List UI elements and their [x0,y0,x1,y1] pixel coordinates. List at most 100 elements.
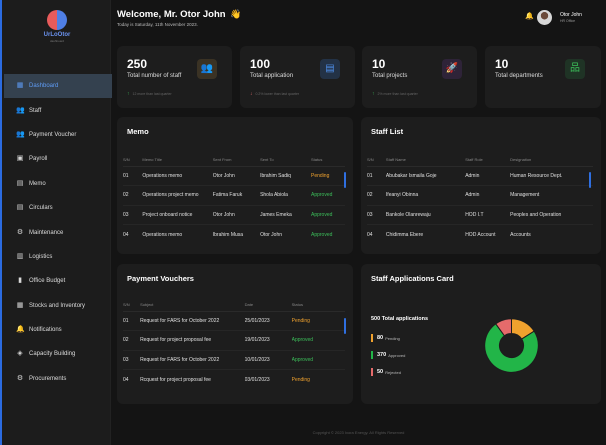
stat-label: Total application [250,73,294,79]
document-icon: ▣ [16,155,24,163]
memo-scrollbar[interactable] [344,172,346,188]
welcome-title: Welcome, Mr. Otor John 👋 [117,9,242,20]
table-row[interactable]: 01 Abubakar Ismaila Goje Admin Human Resour… [367,166,593,186]
table-cell: 10/01/2023 [244,350,292,370]
table-cell: 04 [123,376,129,383]
stat-value: 100 [250,57,271,71]
logo: UrLoOtor dashboard [39,10,75,50]
sidebar-item-dashboard[interactable]: ▦ Dashboard [4,74,112,99]
sidebar-item-memo[interactable]: ▤ Memo [4,172,112,196]
legend-value: 80 [377,335,384,341]
stat-label: Total projects [372,73,408,79]
sidebar-item-capacity-building[interactable]: ◈ Capacity Building [4,342,112,366]
table-row[interactable]: 02 Operations project memo Fatima Faruk Sho… [123,185,345,206]
table-cell: Abubakar Ismaila Goje [385,166,466,186]
table-row[interactable]: 03 Request for FARS for October 2022 10/01… [123,350,345,370]
table-cell: 02 [123,330,141,351]
memo-title: Memo [127,127,149,136]
sidebar-item-label: Capacity Building [29,351,76,358]
sidebar-item-maintenance[interactable]: ⚙ Maintenance [4,220,112,244]
sidebar-item-notifications[interactable]: 🔔 Notifications [4,318,112,342]
stat-trend: ↑ 12 more than last quarter [127,91,172,97]
table-cell: HOD I.T [465,205,511,225]
sidebar-item-procurements[interactable]: ⚙ Procurements [4,367,112,391]
sidebar-item-office-budget[interactable]: ▮ Office Budget [4,269,112,293]
vouchers-table: S/N Subject Date Status 01 Request for FARS … [123,299,345,389]
avatar[interactable] [537,10,552,25]
table-cell: Project onboard notice [142,205,213,225]
memo-table: S/N Memo Title Sent From Sent To Status 01 Op… [123,154,345,244]
legend-label: Rejected [385,369,401,375]
header: Welcome, Mr. Otor John 👋 Today is Saturd… [111,0,606,36]
table-cell: 02 [123,185,143,206]
notification-bell-icon[interactable]: 🔔 [525,13,534,20]
column-header: Date [244,299,292,312]
table-row[interactable]: 04 Chidimma Ebere HOD Account Accounts [367,225,593,245]
stat-value: 250 [127,57,148,71]
sidebar-item-staff[interactable]: 👥 Staff [4,98,112,122]
vouchers-title: Payment Vouchers [127,274,194,283]
vouchers-scrollbar[interactable] [344,318,346,334]
column-header: S/N [123,299,141,312]
stat-card[interactable]: 100 Total application ▤ ↓ 0.2% lower than la… [240,46,355,108]
table-cell: 01 [367,166,386,186]
folder-icon: ▤ [16,204,24,212]
users-icon: 👥 [16,106,25,114]
table-cell: 19/01/2023 [244,330,292,351]
table-cell: 04 [367,231,373,238]
column-header: Sent To [260,154,311,167]
arrow-up-icon: ↑ [127,91,130,97]
column-header: S/N [123,154,143,167]
staff-scrollbar[interactable] [589,172,591,188]
applications-donut-chart [484,318,539,373]
table-cell: Request for FARS for October 2022 [140,311,245,331]
table-cell: Admin [465,166,511,186]
sidebar-item-payment-voucher[interactable]: 👥 Payment Voucher [4,123,112,147]
table-cell: Bankole Olanrewaju [385,205,466,225]
table-row[interactable]: 03 Project onboard notice Otor John James E… [123,205,345,225]
table-row[interactable]: 04 Operations memo Ibrahim Musa Otor John Ap… [123,225,345,245]
stat-card[interactable]: 10 Total projects 🚀 ↑ 2% more than last quar… [362,46,477,108]
table-cell: Request for project proposal fee [140,330,245,351]
sidebar-item-label: Memo [29,180,46,187]
table-row[interactable]: 02 Request for project proposal fee 19/01/… [123,330,345,351]
table-cell: 01 [123,311,141,331]
sidebar-item-logistics[interactable]: ▥ Logistics [4,245,112,269]
applications-title: Staff Applications Card [371,274,454,283]
folder-icon: ▤ [16,179,24,187]
date-text: Today is Saturday, 11th November 2023. [117,22,198,27]
rocket-icon: 🚀 [442,59,462,79]
table-cell: Otor John [212,205,261,225]
stat-card[interactable]: 250 Total number of staff 👥 ↑ 12 more than l… [117,46,232,108]
footer: Copyright © 2023 Ixora Energy. All Right… [312,430,405,435]
table-cell: 02 [367,185,386,206]
stat-trend-text: 12 more than last quarter [132,92,172,96]
table-cell: Approved [291,330,345,351]
staff-table: S/N Staff Name Staff Role Designation 01 Abu… [367,154,593,244]
table-cell: Approved [311,231,333,238]
table-cell: 03/01/2023 [244,376,270,383]
sidebar-item-circulars[interactable]: ▤ Circulars [4,196,112,220]
table-row[interactable]: 02 Ifeanyi Obinna Admin Management [367,185,593,206]
sidebar-item-label: Payroll [29,156,48,163]
sidebar-nav: ▦ Dashboard 👥 Staff 👥 Payment Voucher ▣ Payroll… [4,74,112,391]
sidebar-item-label: Staff [29,107,42,114]
sidebar-item-payroll[interactable]: ▣ Payroll [4,147,112,171]
logo-title: UrLoOtor [43,32,71,38]
user-name[interactable]: Otor John [560,12,582,18]
table-row[interactable]: 04 Rcquest for project proposal fee 03/01/… [123,370,345,390]
table-row[interactable]: 01 Request for FARS for October 2022 25/01… [123,311,345,331]
arrow-up-icon: ↑ [372,91,375,97]
legend-item: 80 Pending [371,333,400,343]
legend-swatch [371,334,373,342]
table-row[interactable]: 03 Bankole Olanrewaju HOD I.T Peoples and O… [367,205,593,225]
table-cell: Request for FARS for October 2022 [140,350,245,370]
table-row[interactable]: 01 Operations memo Otor John Ibrahim Sadiq P… [123,166,345,186]
stat-card[interactable]: 10 Total departments 品 [485,46,601,108]
legend-value: 370 [377,352,387,358]
logo-mark [47,10,67,30]
sidebar-item-stocks-and-inventory[interactable]: ▦ Stocks and Inventory [4,294,112,318]
stat-trend-text: 2% more than last quarter [377,92,418,96]
table-cell: Admin [465,185,511,206]
column-header: Status [311,154,345,167]
